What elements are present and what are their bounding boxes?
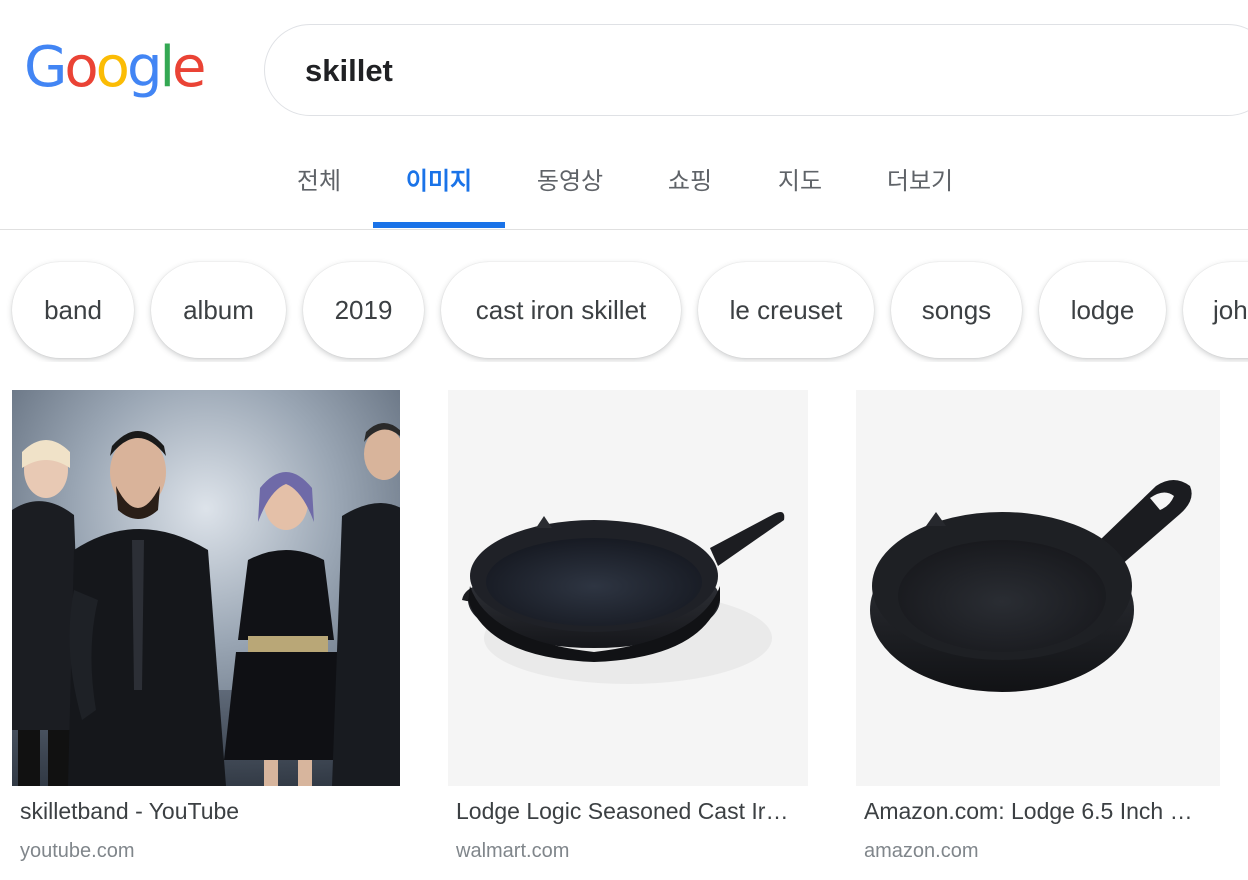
chip-cast-iron-skillet[interactable]: cast iron skillet <box>441 262 681 358</box>
result-source: amazon.com <box>864 840 979 862</box>
logo-letter: G <box>24 35 67 100</box>
logo-letter: l <box>159 35 174 100</box>
tab-videos[interactable]: 동영상 <box>534 140 606 230</box>
chip-songs[interactable]: songs <box>891 262 1022 358</box>
image-result[interactable]: Lodge Logic Seasoned Cast Iron Skillet w… <box>448 390 808 870</box>
search-tabs: 전체 이미지 동영상 쇼핑 지도 더보기 <box>0 140 1248 230</box>
search-box[interactable] <box>264 24 1248 116</box>
tab-maps[interactable]: 지도 <box>776 140 824 230</box>
google-logo[interactable]: Google <box>24 28 207 108</box>
tab-shopping[interactable]: 쇼핑 <box>666 140 714 230</box>
tab-images[interactable]: 이미지 <box>373 140 505 230</box>
chip-album[interactable]: album <box>151 262 286 358</box>
chip-lodge[interactable]: lodge <box>1039 262 1166 358</box>
logo-letter: g <box>126 35 163 100</box>
result-title[interactable]: Amazon.com: Lodge 6.5 Inch Cast Iron Ski… <box>864 798 1209 825</box>
tab-more[interactable]: 더보기 <box>884 140 956 230</box>
logo-letter: o <box>64 35 98 100</box>
skillet-image <box>462 512 785 684</box>
result-title[interactable]: skilletband - YouTube <box>20 798 390 825</box>
active-tab-indicator <box>373 222 505 228</box>
logo-letter: e <box>172 35 206 100</box>
chip-band[interactable]: band <box>12 262 134 358</box>
result-thumbnail[interactable] <box>12 390 400 786</box>
logo-letter: o <box>95 35 130 100</box>
search-input[interactable] <box>305 47 1205 95</box>
related-search-chips: band album 2019 cast iron skillet le cre… <box>0 258 1248 362</box>
chip-johi[interactable]: johi <box>1183 262 1248 358</box>
skillet-image <box>870 480 1192 692</box>
result-source: youtube.com <box>20 840 135 862</box>
chip-le-creuset[interactable]: le creuset <box>698 262 874 358</box>
image-result[interactable]: Amazon.com: Lodge 6.5 Inch Cast Iron Ski… <box>856 390 1220 870</box>
result-title[interactable]: Lodge Logic Seasoned Cast Iron Skillet <box>456 798 796 825</box>
header: Google <box>0 0 1248 140</box>
chip-2019[interactable]: 2019 <box>303 262 424 358</box>
result-thumbnail[interactable] <box>856 390 1220 786</box>
result-source: walmart.com <box>456 840 570 862</box>
tab-all[interactable]: 전체 <box>296 140 342 230</box>
result-thumbnail[interactable] <box>448 390 808 786</box>
band-photo-image <box>12 390 400 786</box>
image-result[interactable]: skilletband - YouTube youtube.com <box>12 390 400 870</box>
